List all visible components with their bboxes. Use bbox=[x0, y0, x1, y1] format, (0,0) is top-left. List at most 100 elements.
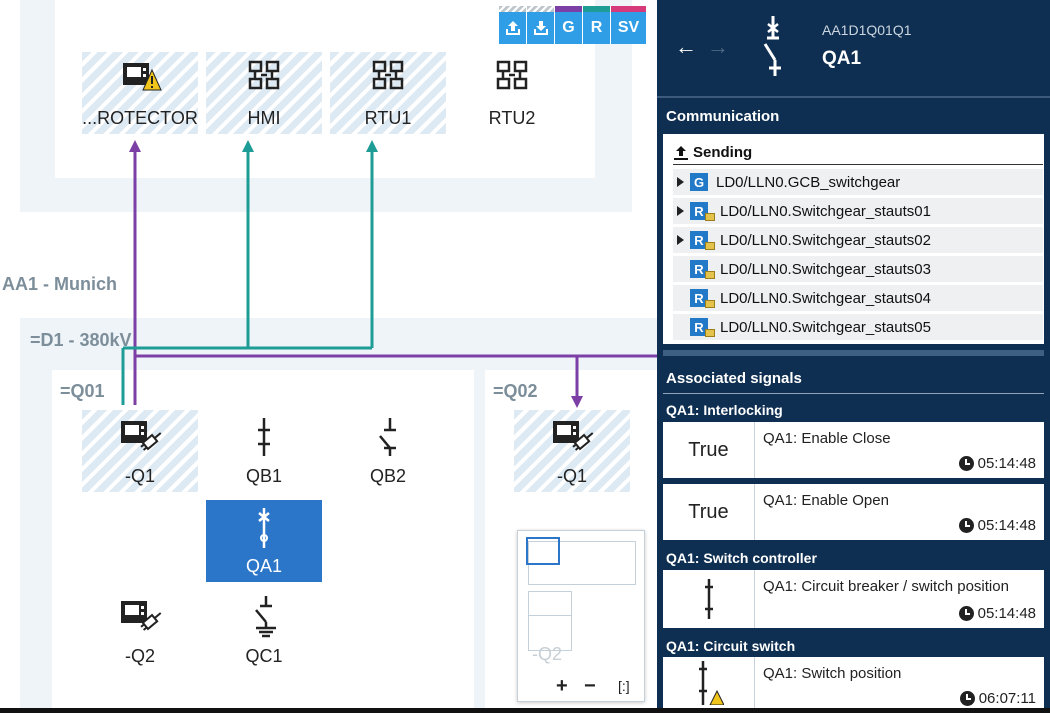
node-label: QA1 bbox=[245, 556, 283, 576]
signal-card[interactable]: QA1: Switch position 06:07:11 bbox=[663, 657, 1044, 709]
node-bay1-qb1[interactable]: QB1 bbox=[206, 410, 322, 492]
comm-item-label: LD0/LLN0.Switchgear_stauts01 bbox=[720, 202, 931, 220]
node-label: ...ROTECTOR bbox=[82, 108, 198, 128]
earthing-switch-icon bbox=[255, 596, 276, 638]
expand-arrow-icon[interactable] bbox=[677, 206, 684, 216]
arrow-down-icon bbox=[571, 396, 583, 408]
network-icon bbox=[372, 60, 404, 90]
circuit-breaker-icon bbox=[258, 508, 270, 548]
signal-value: True bbox=[663, 484, 755, 540]
comm-item-goose[interactable]: G LD0/LLN0.GCB_switchgear bbox=[673, 169, 1043, 195]
signal-card[interactable]: True QA1: Enable Close 05:14:48 bbox=[663, 422, 1044, 478]
node-bay2-q1[interactable]: -Q1 bbox=[514, 410, 630, 492]
zoom-in-button[interactable]: + bbox=[556, 675, 568, 698]
protection-device-warning-icon bbox=[123, 63, 162, 91]
diagram-canvas[interactable]: AA1 - Munich =D1 - 380kV =Q01 =Q02 G R S… bbox=[0, 0, 657, 713]
minimap-viewport[interactable] bbox=[526, 537, 560, 565]
clock-icon bbox=[958, 456, 974, 471]
signal-name: QA1: Switch position bbox=[763, 665, 902, 682]
zoom-out-button[interactable]: − bbox=[584, 675, 596, 698]
details-panel: ← → AA1D1Q01Q1 QA1 Communication Sending… bbox=[657, 0, 1050, 713]
bottom-border bbox=[0, 708, 1050, 713]
ied-plug-icon bbox=[121, 601, 162, 631]
nav-back-button[interactable]: ← bbox=[675, 34, 697, 60]
comm-item-label: LD0/LLN0.Switchgear_stauts05 bbox=[720, 318, 931, 336]
divider bbox=[657, 96, 1050, 98]
signal-name: QA1: Enable Open bbox=[763, 492, 889, 509]
node-bay1-qb2[interactable]: QB2 bbox=[330, 410, 446, 492]
circuit-breaker-closed-icon bbox=[704, 579, 713, 619]
node-bay1-q2[interactable]: -Q2 bbox=[82, 590, 198, 672]
group-title-interlocking: QA1: Interlocking bbox=[666, 402, 783, 418]
clock-icon bbox=[958, 606, 974, 621]
comm-item-report[interactable]: R LD0/LLN0.Switchgear_stauts01 bbox=[673, 198, 1043, 224]
node-protector[interactable]: ...ROTECTOR bbox=[82, 52, 198, 134]
comm-item-label: LD0/LLN0.Switchgear_stauts04 bbox=[720, 289, 931, 307]
communication-title: Communication bbox=[666, 108, 780, 125]
comm-item-label: LD0/LLN0.Switchgear_stauts03 bbox=[720, 260, 931, 278]
comm-item-label: LD0/LLN0.GCB_switchgear bbox=[716, 173, 901, 191]
ied-plug-icon bbox=[553, 421, 594, 451]
node-label: QC1 bbox=[245, 646, 283, 666]
node-label: RTU2 bbox=[488, 108, 536, 128]
switch-position-warning-icon bbox=[698, 661, 724, 705]
minimap-ghost-label: -Q2 bbox=[532, 644, 563, 664]
comm-item-report[interactable]: R LD0/LLN0.Switchgear_stauts03 bbox=[673, 256, 1043, 282]
node-label: RTU1 bbox=[364, 108, 412, 128]
disconnector-open-icon bbox=[379, 418, 396, 456]
signal-name: QA1: Circuit breaker / switch position bbox=[763, 578, 1009, 595]
node-label: QB1 bbox=[245, 466, 283, 486]
signal-timestamp: 06:07:11 bbox=[959, 690, 1036, 707]
report-badge-icon: R bbox=[690, 231, 715, 250]
signal-timestamp: 05:14:48 bbox=[958, 605, 1036, 622]
app-root: AA1 - Munich =D1 - 380kV =Q01 =Q02 G R S… bbox=[0, 0, 1050, 713]
upload-icon bbox=[674, 145, 688, 160]
clock-icon bbox=[959, 691, 975, 706]
minimap-preview bbox=[528, 591, 572, 617]
node-hmi[interactable]: HMI bbox=[206, 52, 322, 134]
signal-value bbox=[663, 570, 755, 628]
signal-card[interactable]: True QA1: Enable Open 05:14:48 bbox=[663, 484, 1044, 540]
ied-plug-icon bbox=[121, 421, 162, 451]
minimap[interactable]: -Q2 + − [:] bbox=[517, 530, 645, 702]
clock-icon bbox=[958, 518, 974, 533]
comm-item-report[interactable]: R LD0/LLN0.Switchgear_stauts05 bbox=[673, 314, 1043, 340]
communication-box: Sending G LD0/LLN0.GCB_switchgear R LD0/… bbox=[663, 134, 1044, 344]
node-bay1-qa1-selected[interactable]: QA1 bbox=[206, 500, 322, 582]
object-path: AA1D1Q01Q1 bbox=[822, 22, 912, 38]
node-label: -Q1 bbox=[556, 466, 587, 486]
signal-timestamp: 05:14:48 bbox=[958, 455, 1036, 472]
group-title-switch-controller: QA1: Switch controller bbox=[666, 550, 817, 566]
nav-forward-button[interactable]: → bbox=[707, 34, 729, 60]
node-bay1-qc1[interactable]: QC1 bbox=[206, 590, 322, 672]
sending-header: Sending bbox=[673, 144, 752, 161]
report-badge-icon: R bbox=[690, 318, 715, 337]
comm-item-report[interactable]: R LD0/LLN0.Switchgear_stauts02 bbox=[673, 227, 1043, 253]
node-rtu2[interactable]: RTU2 bbox=[454, 52, 570, 134]
divider bbox=[663, 393, 1044, 394]
signal-card[interactable]: QA1: Circuit breaker / switch position 0… bbox=[663, 570, 1044, 628]
network-icon bbox=[496, 60, 528, 90]
node-label: QB2 bbox=[369, 466, 407, 486]
associated-signals-title: Associated signals bbox=[666, 370, 802, 387]
report-badge-icon: R bbox=[690, 289, 715, 308]
expand-arrow-icon[interactable] bbox=[677, 177, 684, 187]
node-label: -Q2 bbox=[124, 646, 155, 666]
report-lines bbox=[121, 145, 374, 405]
circuit-breaker-icon bbox=[763, 16, 781, 76]
expand-arrow-icon[interactable] bbox=[677, 235, 684, 245]
node-label: HMI bbox=[247, 108, 281, 128]
report-badge-icon: R bbox=[690, 202, 715, 221]
fit-view-button[interactable]: [:] bbox=[618, 678, 630, 694]
node-rtu1[interactable]: RTU1 bbox=[330, 52, 446, 134]
node-bay1-q1[interactable]: -Q1 bbox=[82, 410, 198, 492]
signal-value: True bbox=[663, 422, 755, 478]
comm-item-label: LD0/LLN0.Switchgear_stauts02 bbox=[720, 231, 931, 249]
panel-scrollbar-divider bbox=[663, 350, 1044, 356]
arrow-up-icon bbox=[129, 140, 141, 152]
report-badge-icon: R bbox=[690, 260, 715, 279]
signal-timestamp: 05:14:48 bbox=[958, 517, 1036, 534]
divider bbox=[673, 164, 1043, 165]
sending-label: Sending bbox=[693, 144, 753, 161]
comm-item-report[interactable]: R LD0/LLN0.Switchgear_stauts04 bbox=[673, 285, 1043, 311]
